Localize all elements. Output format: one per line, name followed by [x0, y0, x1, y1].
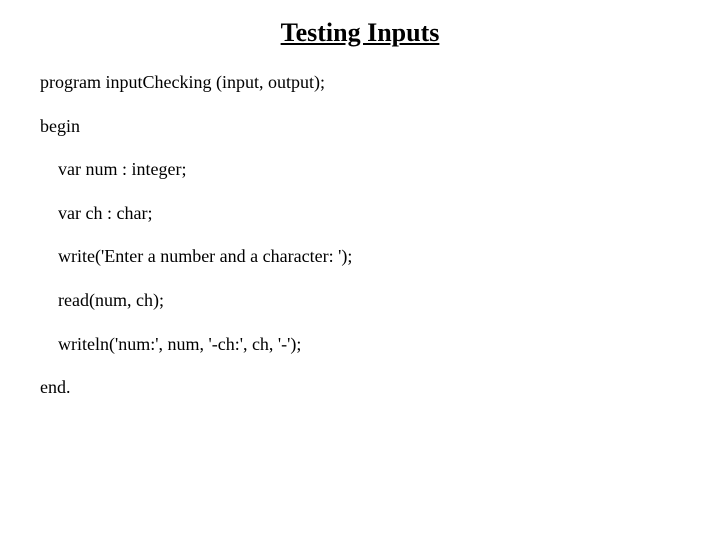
code-line: write('Enter a number and a character: '… — [40, 246, 680, 268]
code-line: writeln('num:', num, '-ch:', ch, '-'); — [40, 334, 680, 356]
code-line: var num : integer; — [40, 159, 680, 181]
slide-body: program inputChecking (input, output); b… — [0, 72, 720, 399]
code-line: read(num, ch); — [40, 290, 680, 312]
slide-title: Testing Inputs — [0, 18, 720, 48]
code-line: end. — [40, 377, 680, 399]
slide: Testing Inputs program inputChecking (in… — [0, 18, 720, 540]
code-line: var ch : char; — [40, 203, 680, 225]
code-line: program inputChecking (input, output); — [40, 72, 680, 94]
code-line: begin — [40, 116, 680, 138]
